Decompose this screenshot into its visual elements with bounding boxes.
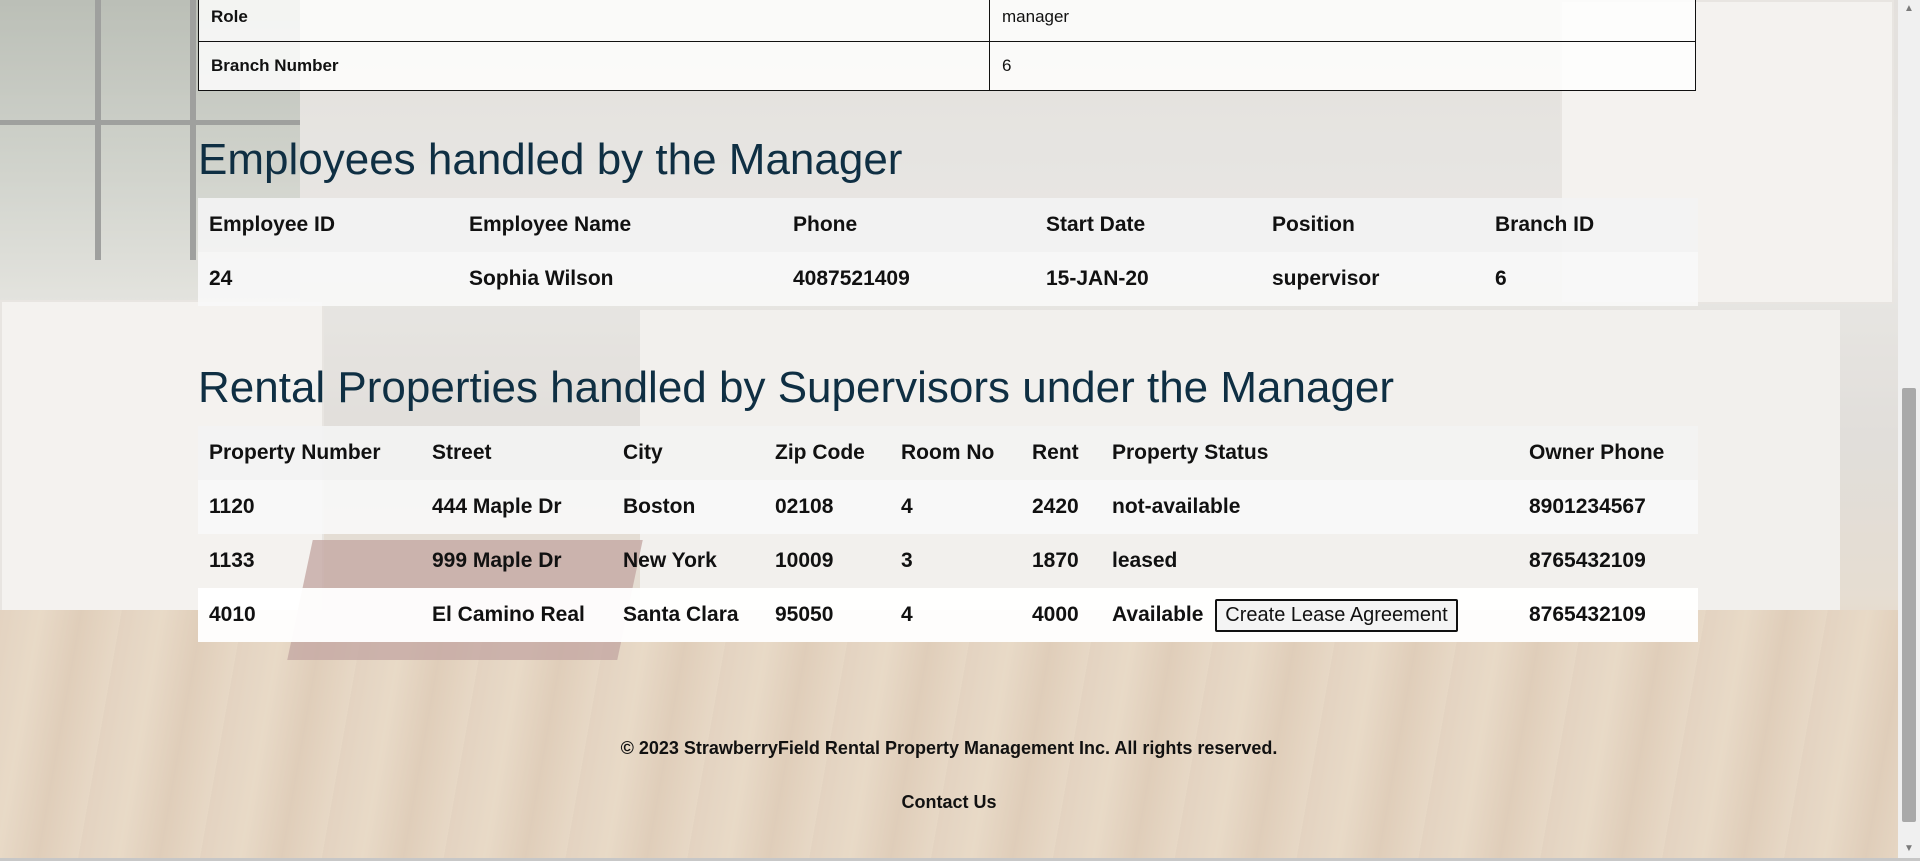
- manager-details-table: Role manager Branch Number 6: [198, 0, 1696, 91]
- table-cell: 1870: [1032, 549, 1079, 572]
- table-header-row: Property Number Street City Zip Code Roo…: [198, 426, 1698, 480]
- table-cell: 999 Maple Dr: [432, 549, 562, 572]
- table-row: 4010 El Camino Real Santa Clara 95050 4 …: [198, 588, 1698, 642]
- column-header: Owner Phone: [1518, 426, 1698, 480]
- scroll-down-arrow-icon[interactable]: ▼: [1898, 840, 1920, 858]
- table-cell: 02108: [764, 480, 890, 534]
- employees-heading: Employees handled by the Manager: [198, 135, 903, 184]
- table-header-row: Employee ID Employee Name Phone Start Da…: [198, 198, 1698, 252]
- column-header: Street: [421, 426, 612, 480]
- property-status-cell: Available Create Lease Agreement: [1101, 588, 1518, 642]
- vertical-scrollbar[interactable]: ▲ ▼: [1898, 0, 1920, 858]
- column-header: Zip Code: [764, 426, 890, 480]
- column-header: Position: [1261, 198, 1484, 252]
- table-cell: New York: [623, 549, 717, 572]
- detail-label: Branch Number: [198, 41, 990, 91]
- column-header: Branch ID: [1484, 198, 1698, 252]
- table-cell: 6: [1484, 252, 1698, 306]
- details-row-branch-number: Branch Number 6: [198, 41, 1696, 91]
- contact-us-link[interactable]: Contact Us: [0, 792, 1898, 813]
- column-header: Property Status: [1101, 426, 1518, 480]
- table-cell: 3: [901, 549, 913, 572]
- column-header: Property Number: [198, 426, 421, 480]
- table-cell: 444 Maple Dr: [421, 480, 612, 534]
- table-cell: 4: [890, 480, 1021, 534]
- column-header: Phone: [782, 198, 1035, 252]
- rentals-heading: Rental Properties handled by Supervisors…: [198, 363, 1395, 412]
- column-header: Room No: [890, 426, 1021, 480]
- column-header: Employee Name: [458, 198, 782, 252]
- table-cell: Santa Clara: [612, 588, 764, 642]
- detail-value: manager: [989, 0, 1696, 42]
- table-cell: 4010: [198, 588, 421, 642]
- column-header: Rent: [1021, 426, 1101, 480]
- table-cell: Sophia Wilson: [458, 252, 782, 306]
- detail-value: 6: [989, 41, 1696, 91]
- table-row: 1120 444 Maple Dr Boston 02108 4 2420 no…: [198, 480, 1698, 534]
- table-cell: leased: [1112, 549, 1178, 572]
- table-cell: 95050: [764, 588, 890, 642]
- table-cell: 8901234567: [1518, 480, 1698, 534]
- table-cell: 4087521409: [782, 252, 1035, 306]
- table-cell: 15-JAN-20: [1035, 252, 1261, 306]
- property-status-text: Available: [1112, 602, 1204, 626]
- table-cell: 1120: [198, 480, 421, 534]
- footer-copyright: © 2023 StrawberryField Rental Property M…: [620, 738, 1278, 758]
- table-cell: 2420: [1021, 480, 1101, 534]
- column-header: Start Date: [1035, 198, 1261, 252]
- column-header: Employee ID: [198, 198, 458, 252]
- rentals-table: Property Number Street City Zip Code Roo…: [198, 426, 1698, 642]
- table-row: 1133 999 Maple Dr New York 10009 3 1870 …: [198, 534, 1698, 588]
- create-lease-agreement-button[interactable]: Create Lease Agreement: [1215, 598, 1458, 632]
- table-cell: 8765432109: [1529, 549, 1646, 572]
- scroll-up-arrow-icon[interactable]: ▲: [1898, 0, 1920, 18]
- table-cell: 1133: [209, 549, 255, 572]
- table-cell: 4000: [1021, 588, 1101, 642]
- detail-label: Role: [198, 0, 990, 42]
- table-cell: 4: [890, 588, 1021, 642]
- table-cell: not-available: [1101, 480, 1518, 534]
- table-cell: 24: [198, 252, 458, 306]
- employees-table: Employee ID Employee Name Phone Start Da…: [198, 198, 1698, 306]
- table-cell: 8765432109: [1518, 588, 1698, 642]
- table-cell: El Camino Real: [421, 588, 612, 642]
- table-cell: 10009: [775, 549, 834, 572]
- table-cell: Boston: [612, 480, 764, 534]
- column-header: City: [612, 426, 764, 480]
- table-cell: supervisor: [1261, 252, 1484, 306]
- scrollbar-thumb[interactable]: [1902, 388, 1916, 822]
- table-row: 24 Sophia Wilson 4087521409 15-JAN-20 su…: [198, 252, 1698, 306]
- details-row-role: Role manager: [198, 0, 1696, 42]
